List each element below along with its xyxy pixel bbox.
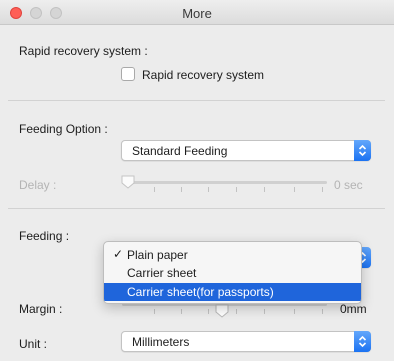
feeding-option-label: Feeding Option : [19, 122, 108, 136]
rapid-recovery-checkbox-label[interactable]: Rapid recovery system [142, 68, 264, 82]
slider-tick [322, 187, 323, 192]
menu-item-label: Plain paper [127, 248, 188, 262]
rapid-recovery-checkbox[interactable] [121, 67, 135, 81]
slider-tick [154, 187, 155, 192]
popup-arrows-icon [354, 331, 371, 352]
unit-label: Unit : [19, 337, 48, 351]
rapid-recovery-section-label: Rapid recovery system : [19, 44, 148, 58]
unit-popup[interactable]: Millimeters [121, 331, 371, 352]
slider-tick [264, 309, 265, 314]
slider-tick [294, 187, 295, 192]
slider-tick [208, 187, 209, 192]
delay-value: 0 sec [334, 178, 363, 192]
delay-slider-track[interactable] [122, 181, 327, 184]
menu-item-label: Carrier sheet [127, 266, 197, 280]
feeding-label: Feeding : [19, 229, 70, 243]
slider-tick [236, 187, 237, 192]
menu-item-plain-paper[interactable]: ✓ Plain paper [104, 246, 361, 264]
separator [8, 208, 385, 209]
menu-item-carrier-sheet-passports[interactable]: Carrier sheet(for passports) [104, 283, 361, 301]
feeding-dropdown-menu: ✓ Plain paper Carrier sheet Carrier shee… [103, 241, 362, 304]
checkmark-icon: ✓ [113, 247, 124, 261]
slider-tick [154, 309, 155, 314]
slider-tick [208, 309, 209, 314]
slider-tick [181, 187, 182, 192]
menu-item-carrier-sheet[interactable]: Carrier sheet [104, 264, 361, 282]
feeding-option-selected: Standard Feeding [132, 144, 228, 158]
slider-tick [181, 309, 182, 314]
separator [8, 100, 385, 101]
menu-item-label: Carrier sheet(for passports) [127, 285, 274, 299]
popup-arrows-icon [354, 140, 371, 161]
slider-tick [294, 309, 295, 314]
slider-tick [322, 309, 323, 314]
margin-value: 0mm [340, 302, 367, 316]
margin-slider-knob[interactable] [215, 304, 229, 318]
delay-slider-knob[interactable] [121, 175, 135, 189]
delay-label: Delay : [19, 178, 57, 192]
slider-tick [236, 309, 237, 314]
feeding-option-popup[interactable]: Standard Feeding [121, 140, 371, 161]
window-title: More [182, 6, 212, 21]
margin-label: Margin : [19, 302, 63, 316]
more-options-panel: Rapid recovery system : Rapid recovery s… [0, 26, 394, 361]
title-bar: More [0, 0, 394, 25]
unit-selected: Millimeters [132, 335, 190, 349]
slider-tick [264, 187, 265, 192]
